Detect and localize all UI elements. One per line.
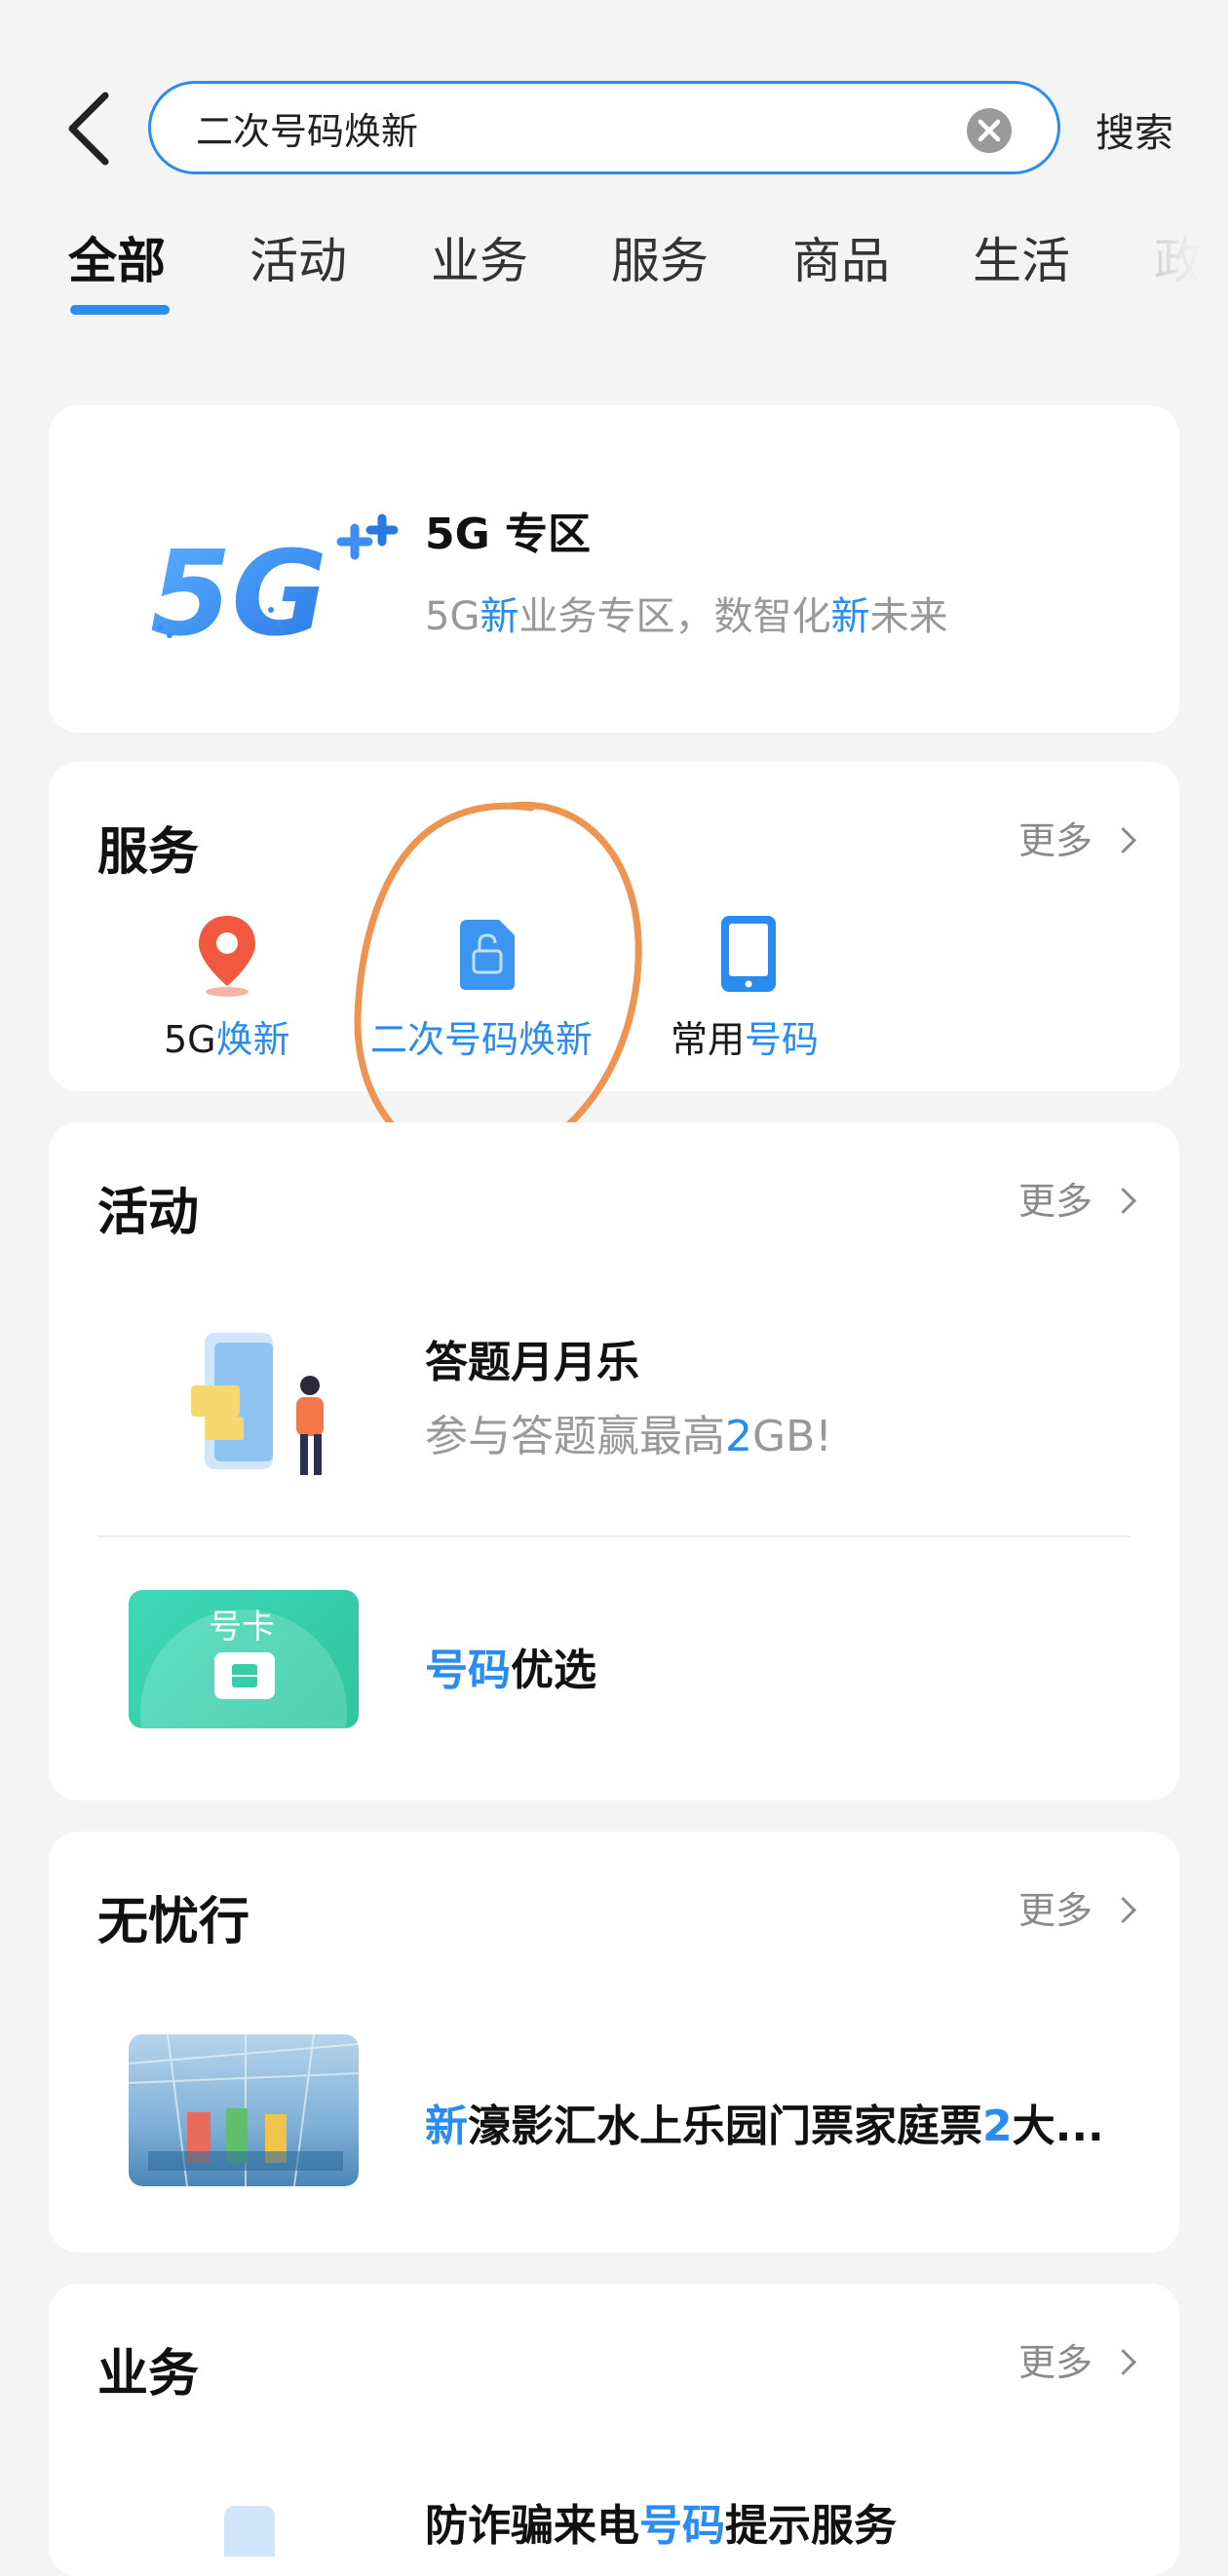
business-more-link[interactable]: 更多	[1018, 2332, 1136, 2386]
number-card-thumbnail[interactable]: 号卡	[129, 1590, 359, 1728]
search-query[interactable]: 二次号码焕新	[196, 101, 418, 155]
active-tab-indicator	[70, 305, 170, 315]
travel-card: 无忧行 更多 新濠影汇水上乐园门票家庭票2大...	[49, 1832, 1179, 2253]
service-common-number[interactable]: 常用号码	[671, 1009, 819, 1063]
divider	[97, 1535, 1131, 1537]
business-card: 业务 更多 防诈骗来电号码提示服务	[49, 2284, 1179, 2576]
tabs-fade	[1121, 214, 1228, 322]
services-title: 服务	[97, 823, 200, 882]
search-button[interactable]: 搜索	[1095, 101, 1173, 158]
location-pin-icon	[199, 916, 255, 997]
services-card: 服务 更多 5G焕新 二次号码焕新 常用号码	[49, 762, 1179, 1091]
5g-zone-subtitle: 5G新业务专区，数智化新未来	[425, 594, 948, 639]
activities-title: 活动	[97, 1184, 200, 1242]
travel-title: 无忧行	[97, 1893, 250, 1951]
tab-all[interactable]: 全部	[68, 222, 166, 292]
tab-goods[interactable]: 商品	[792, 222, 890, 292]
sim-unlock-icon	[460, 920, 515, 990]
quiz-subtitle: 参与答题赢最高2GB!	[425, 1412, 832, 1461]
search-input[interactable]: 二次号码焕新	[148, 81, 1060, 174]
tab-activity[interactable]: 活动	[249, 222, 347, 292]
anti-fraud-title[interactable]: 防诈骗来电号码提示服务	[425, 2490, 897, 2553]
svg-text:5G: 5G	[150, 527, 327, 659]
services-more-link[interactable]: 更多	[1018, 811, 1136, 864]
phone-icon	[721, 916, 776, 992]
category-tabs: 全部 活动 业务 服务 商品 生活 政	[68, 222, 1228, 329]
business-title: 业务	[97, 2345, 200, 2404]
quiz-illustration-icon	[191, 1333, 324, 1475]
number-select-title[interactable]: 号码优选	[425, 1635, 596, 1697]
tab-life[interactable]: 生活	[973, 222, 1070, 292]
service-second-number-renew[interactable]: 二次号码焕新	[370, 1009, 593, 1063]
quiz-title[interactable]: 答题月月乐	[425, 1327, 639, 1389]
5g-zone-card[interactable]: 5G 5G 专区 5G新业务专区，数智化新未来	[49, 405, 1179, 733]
water-park-ticket-title[interactable]: 新濠影汇水上乐园门票家庭票2大...	[425, 2091, 1104, 2153]
tab-service[interactable]: 服务	[611, 222, 709, 292]
activities-card: 活动 更多 答题月月乐 参与答题赢最高2GB! 号卡 号码优选	[49, 1122, 1179, 1800]
water-park-thumbnail[interactable]	[129, 2034, 359, 2186]
activities-more-link[interactable]: 更多	[1018, 1171, 1136, 1225]
travel-more-link[interactable]: 更多	[1018, 1880, 1136, 1934]
service-5g-renew[interactable]: 5G焕新	[164, 1009, 290, 1063]
anti-fraud-illustration-icon	[224, 2506, 275, 2557]
back-arrow-icon[interactable]	[60, 90, 119, 168]
5g-logo-icon: 5G	[150, 513, 399, 659]
tab-business[interactable]: 业务	[431, 222, 528, 292]
clear-icon[interactable]	[966, 107, 1013, 154]
5g-zone-title: 5G 专区	[425, 510, 592, 559]
sim-card-icon	[214, 1652, 275, 1699]
